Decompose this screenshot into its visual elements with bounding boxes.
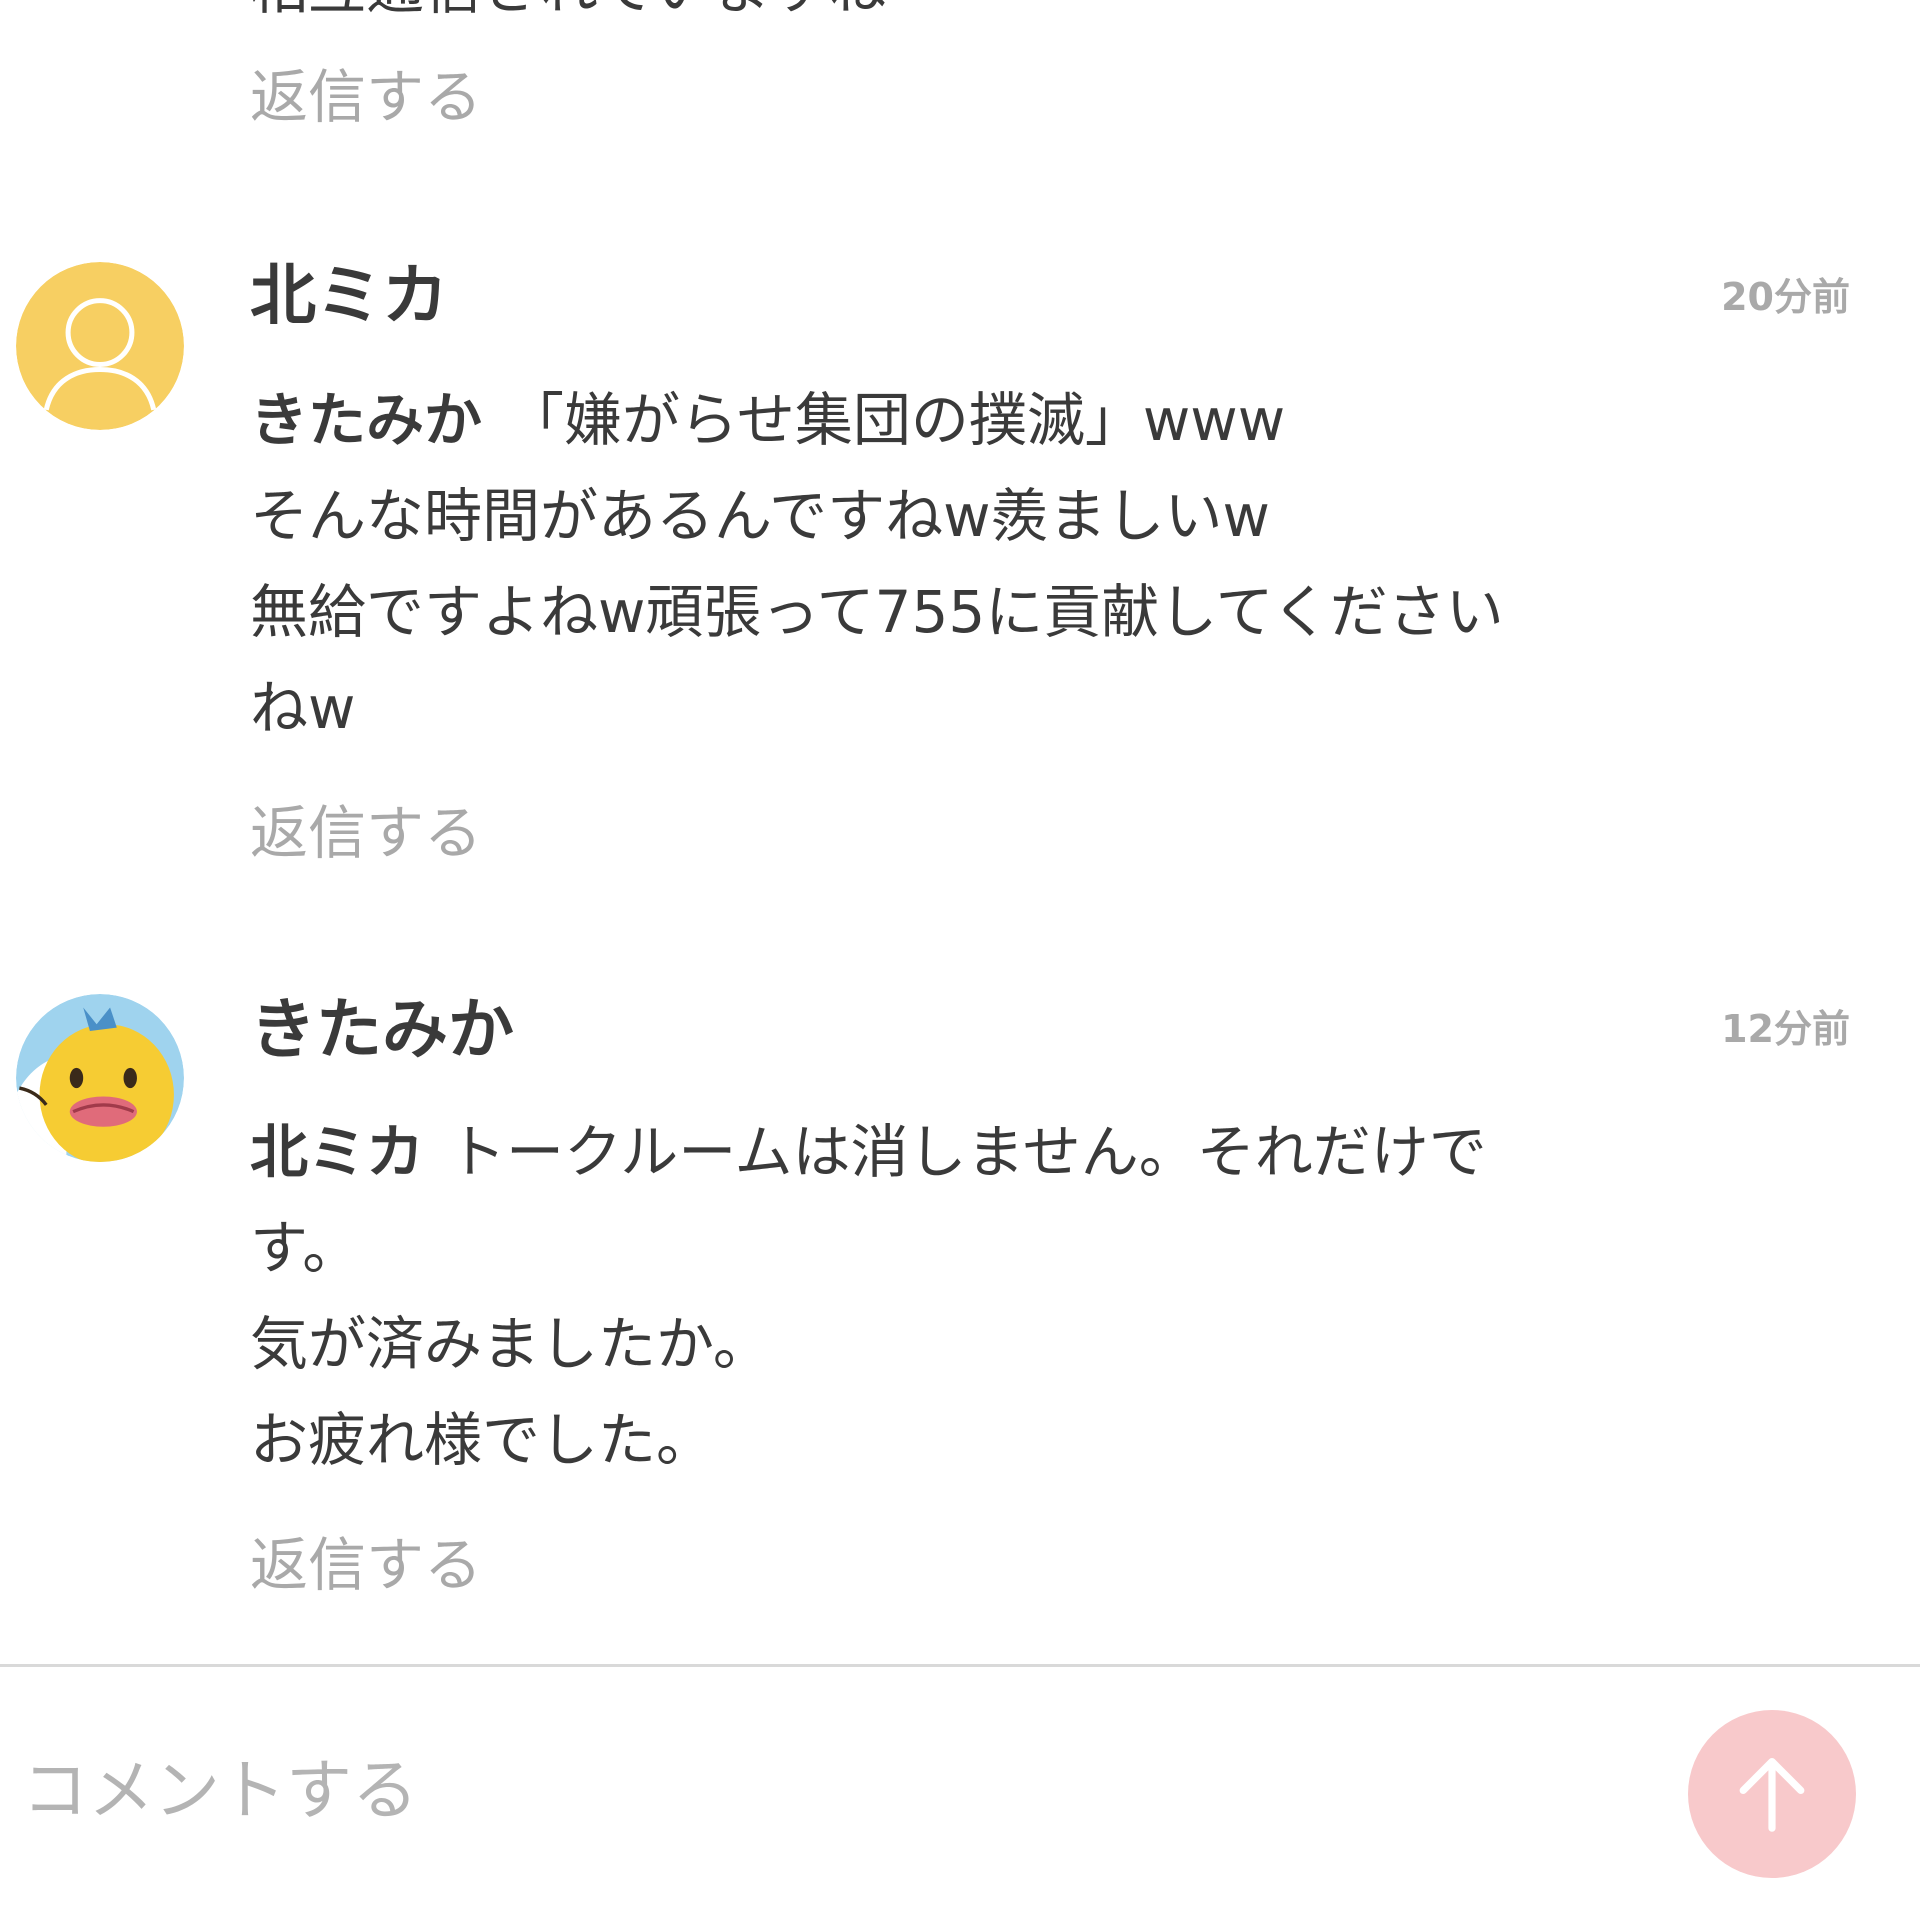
reply-button[interactable]: 返信する [250,1530,482,1600]
send-button[interactable] [1688,1710,1856,1878]
comment-line: ねw [250,674,356,742]
default-user-icon [16,262,184,430]
composer-divider [0,1664,1920,1667]
arrow-up-icon [1739,1758,1805,1832]
cartoon-character-icon [16,994,184,1162]
comment-body: きたみか 「嫌がらせ集団の撲滅」www そんな時間があるんですねw羨ましいw 無給… [250,372,1830,756]
comment-timestamp: 20分前 [1721,275,1850,319]
reply-button[interactable]: 返信する [250,62,482,132]
comment-line: す。 [250,1214,361,1282]
mention[interactable]: きたみか [250,386,482,454]
mention[interactable]: 北ミカ [250,1118,424,1186]
comment-line: 北ミカ トークルームは消しません。それだけで [250,1118,1487,1186]
avatar[interactable] [16,994,184,1162]
comment-line: 気が済みましたか。 [250,1310,771,1378]
comment-author[interactable]: 北ミカ [250,256,448,336]
comment-timestamp: 12分前 [1721,1007,1850,1051]
previous-comment-text: 相互通信されていますね [250,0,886,17]
comment-author[interactable]: きたみか [250,990,514,1070]
comment-line: きたみか 「嫌がらせ集団の撲滅」www [250,386,1286,454]
comment-input[interactable] [22,1740,1622,1840]
avatar[interactable] [16,262,184,430]
comment-body: 北ミカ トークルームは消しません。それだけで す。 気が済みましたか。 お疲れ様で… [250,1104,1830,1488]
comment-line: お疲れ様でした。 [250,1406,715,1474]
reply-button[interactable]: 返信する [250,798,482,868]
comment-line: 無給ですよねw頑張って755に貢献してください [250,578,1504,646]
comment-line: そんな時間があるんですねw羨ましいw [250,482,1270,550]
